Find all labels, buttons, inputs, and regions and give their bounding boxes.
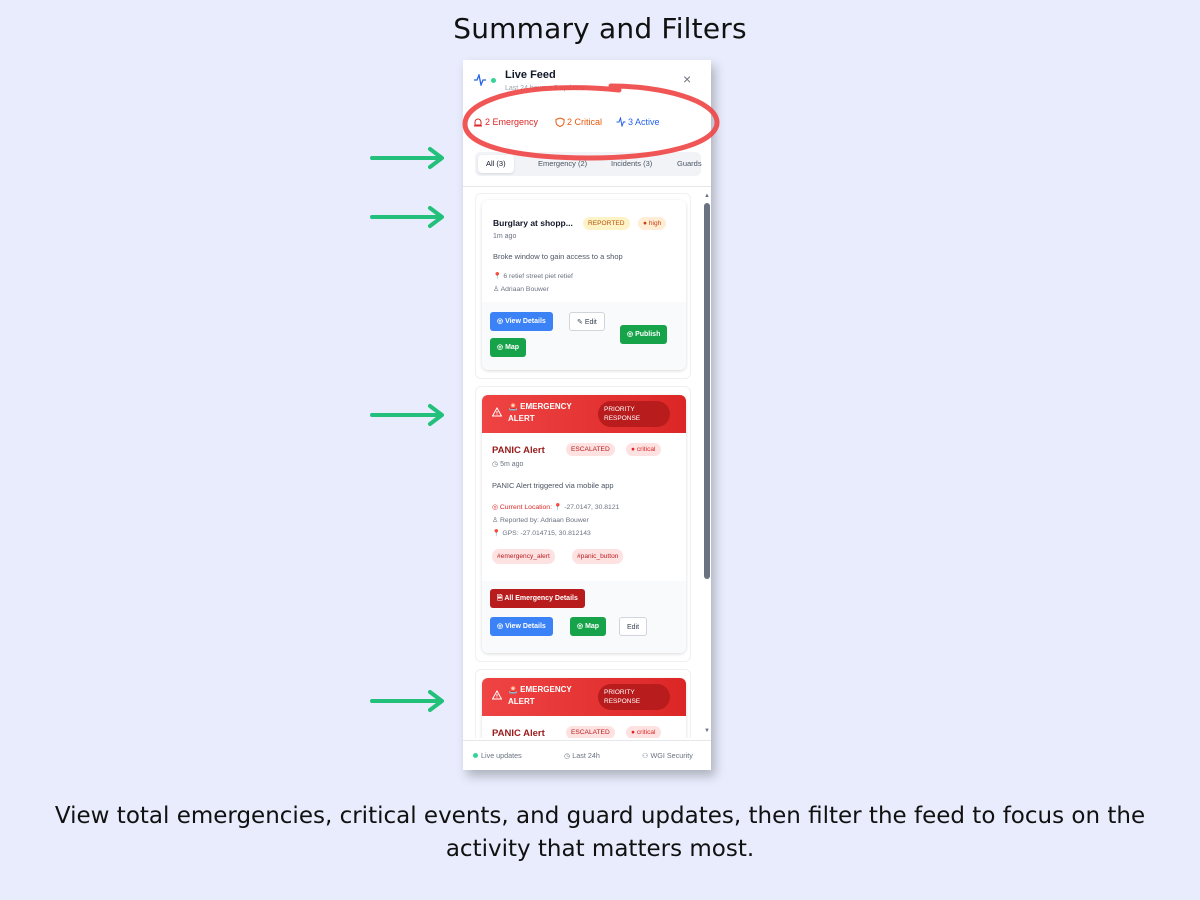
view-details-label: View Details	[505, 318, 546, 325]
guide-arrow-icon	[370, 206, 444, 228]
reporter-text: Adriaan Bouwer	[500, 286, 549, 293]
page-heading: Summary and Filters	[453, 12, 747, 45]
highlight-ring-icon	[462, 83, 720, 161]
emergency-banner-title: 🚨 EMERGENCY ALERT	[508, 402, 572, 423]
organization: ⚇ WGI Security	[642, 751, 693, 760]
publish-label: Publish	[635, 331, 661, 338]
emergency-alert-card[interactable]: 🚨 EMERGENCY ALERT PRIORITY RESPONSE PANI…	[482, 395, 686, 653]
alert-actions: 🗎 All Emergency Details ◎ View Details ◎…	[482, 581, 686, 653]
pin-icon: 📍	[493, 273, 502, 280]
incident-time: 1m ago	[493, 233, 517, 240]
warning-icon	[492, 690, 502, 700]
emergency-banner: 🚨 EMERGENCY ALERT PRIORITY RESPONSE	[482, 678, 686, 716]
severity-label: critical	[636, 729, 656, 736]
incident-card[interactable]: Burglary at shopp... REPORTED ● high 1m …	[482, 200, 686, 370]
scrollbar-thumb[interactable]	[704, 203, 710, 579]
incident-title: Burglary at shopp...	[493, 218, 573, 228]
alert-time: ◷ 5m ago	[492, 460, 523, 468]
map-button[interactable]: ◎ Map	[570, 617, 607, 636]
organization-label: WGI Security	[650, 751, 693, 760]
live-updates-label: Live updates	[481, 751, 522, 760]
incident-description: Broke window to gain access to a shop	[493, 252, 623, 261]
page-caption: View total emergencies, critical events,…	[54, 803, 1146, 862]
map-button[interactable]: ◎ Map	[490, 338, 527, 357]
panel-footer: Live updates ◷ Last 24h ⚇ WGI Security	[463, 740, 711, 770]
users-icon: ⚇	[642, 751, 649, 760]
live-dot	[473, 753, 478, 758]
all-emergency-details-label: All Emergency Details	[504, 595, 578, 602]
emergency-banner-title: 🚨 EMERGENCY ALERT	[508, 685, 572, 706]
live-feed-panel: Live Feed Last 24 hours • 3 updates × 2 …	[463, 60, 711, 770]
alert-description: PANIC Alert triggered via mobile app	[492, 481, 614, 490]
gps-text: GPS: -27.014715, 30.812143	[502, 530, 591, 537]
time-range: ◷ Last 24h	[564, 751, 600, 760]
severity-badge: ● high	[638, 217, 667, 230]
status-badge: REPORTED	[583, 217, 630, 230]
guide-arrow-icon	[370, 147, 444, 169]
address-text: 6 retief street piet retief	[503, 273, 573, 280]
severity-badge: ● critical	[626, 443, 661, 456]
feed-list[interactable]: Burglary at shopp... REPORTED ● high 1m …	[463, 186, 711, 738]
edit-label: Edit	[584, 319, 597, 326]
tag-chip[interactable]: #emergency_alert	[492, 549, 555, 564]
severity-label: high	[648, 220, 662, 227]
priority-badge: PRIORITY RESPONSE	[598, 401, 670, 427]
all-emergency-details-button[interactable]: 🗎 All Emergency Details	[490, 589, 585, 608]
alert-gps: 📍 GPS: -27.014715, 30.812143	[492, 529, 591, 537]
emergency-alert-card[interactable]: 🚨 EMERGENCY ALERT PRIORITY RESPONSE PANI…	[482, 678, 686, 738]
alert-time-text: 5m ago	[500, 461, 524, 468]
target-icon: ◎	[492, 504, 498, 511]
view-details-label: View Details	[505, 623, 546, 630]
incident-address: 📍 6 retief street piet retief	[493, 272, 573, 280]
pin-icon: 📍	[492, 530, 501, 537]
map-label: Map	[505, 344, 520, 351]
edit-button[interactable]: Edit	[619, 617, 648, 636]
status-badge: ESCALATED	[566, 726, 615, 738]
user-icon: ♙	[493, 286, 500, 293]
severity-label: critical	[636, 446, 656, 453]
clock-icon: ◷	[492, 461, 499, 468]
edit-button[interactable]: ✎ Edit	[569, 312, 605, 331]
scroll-down-icon[interactable]: ▼	[704, 728, 710, 734]
location-label: Current Location:	[499, 504, 552, 511]
alert-reporter: ♙ Reported by: Adriaan Bouwer	[492, 516, 589, 524]
map-label: Map	[585, 623, 600, 630]
alert-title: PANIC Alert	[492, 728, 545, 738]
incident-actions: ◎ View Details ✎ Edit ◎ Publish ◎ Map	[482, 302, 686, 370]
guide-arrow-icon	[370, 404, 444, 426]
user-icon: ♙	[492, 517, 499, 524]
pin-icon: 📍	[553, 504, 563, 511]
incident-reporter: ♙ Adriaan Bouwer	[493, 285, 549, 293]
emergency-banner: 🚨 EMERGENCY ALERT PRIORITY RESPONSE	[482, 395, 686, 433]
guide-arrow-icon	[370, 690, 444, 712]
priority-badge: PRIORITY RESPONSE	[598, 684, 670, 710]
alert-title: PANIC Alert	[492, 445, 545, 456]
tag-chip[interactable]: #panic_button	[572, 549, 624, 564]
clock-icon: ◷	[564, 751, 571, 760]
status-badge: ESCALATED	[566, 443, 615, 456]
list-item: 🚨 EMERGENCY ALERT PRIORITY RESPONSE PANI…	[475, 669, 691, 738]
publish-button[interactable]: ◎ Publish	[620, 325, 668, 344]
time-range-label: Last 24h	[572, 751, 600, 760]
location-value: -27.0147, 30.8121	[564, 504, 620, 511]
severity-badge: ● critical	[626, 726, 661, 738]
view-details-button[interactable]: ◎ View Details	[490, 617, 553, 636]
scroll-up-icon[interactable]: ▲	[704, 193, 710, 199]
alert-location: ◎ Current Location: 📍 -27.0147, 30.8121	[492, 503, 619, 511]
view-details-button[interactable]: ◎ View Details	[490, 312, 553, 331]
edit-label: Edit	[627, 624, 640, 631]
reporter-text: Reported by: Adriaan Bouwer	[499, 517, 589, 524]
list-item: 🚨 EMERGENCY ALERT PRIORITY RESPONSE PANI…	[475, 386, 691, 662]
live-updates-status: Live updates	[473, 751, 522, 760]
warning-icon	[492, 407, 502, 417]
list-item: Burglary at shopp... REPORTED ● high 1m …	[475, 193, 691, 379]
